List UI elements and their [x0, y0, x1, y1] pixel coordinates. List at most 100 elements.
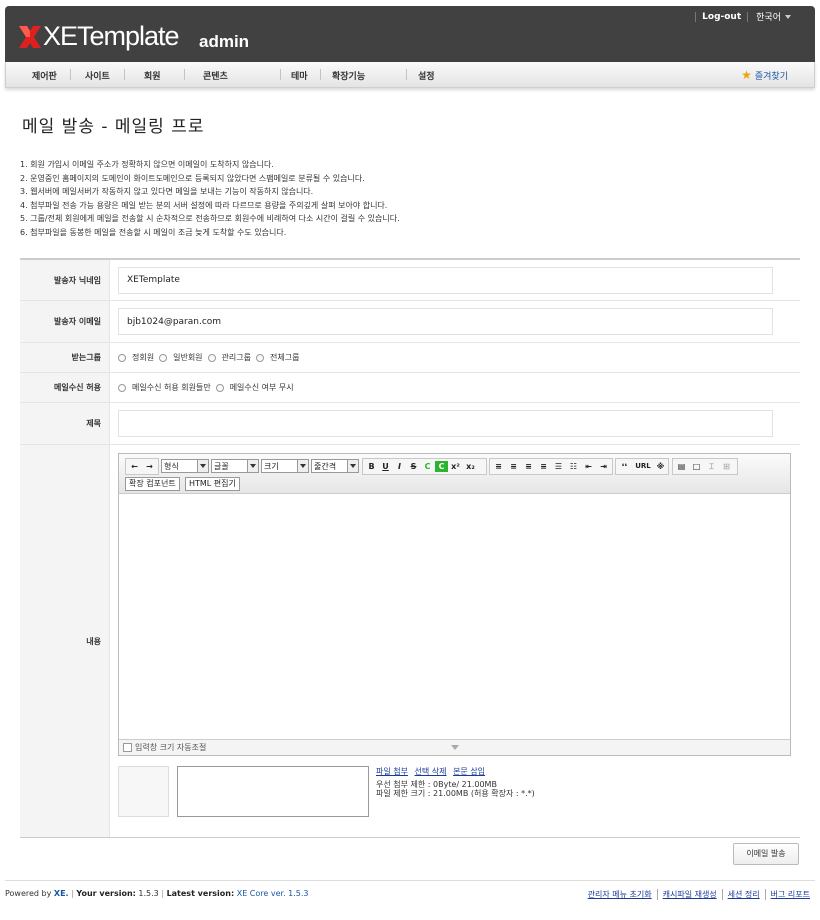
notice-item: 6. 첨부파일을 동봉한 메일을 전송할 시 메일이 조금 늦게 도착할 수도 … — [20, 227, 287, 237]
sender-email-input[interactable]: bjb1024@paran.com — [118, 308, 773, 335]
receive-radio-allowed[interactable]: 메일수신 허용 회원들만 — [118, 382, 211, 393]
content-row: 내용 ← → 형식 글꼴 크기 줄간격 B U I S C C x² x₂ ≡ … — [20, 445, 800, 837]
subscript-button[interactable]: x₂ — [464, 460, 477, 473]
format-select[interactable]: 형식 — [161, 459, 209, 473]
box-icon[interactable]: □ — [690, 460, 703, 473]
notice-item: 3. 웹서버에 메일서버가 작동하지 않고 있다면 메일을 보내는 기능이 작동… — [20, 187, 314, 196]
align-center-icon[interactable]: ≡ — [507, 460, 520, 473]
delete-selected-link[interactable]: 선택 삭제 — [415, 767, 447, 776]
content-label: 내용 — [20, 445, 110, 837]
insert-body-link[interactable]: 본문 삽입 — [453, 767, 485, 776]
autoresize-checkbox[interactable] — [123, 743, 132, 752]
align-left-icon[interactable]: ≡ — [492, 460, 505, 473]
lineheight-select[interactable]: 줄간격 — [311, 459, 359, 473]
send-email-button[interactable]: 이메일 발송 — [733, 843, 799, 865]
redo-icon[interactable]: → — [143, 460, 156, 473]
admin-header: XETemplate admin Log-out 한국어 — [5, 6, 815, 62]
html-editor-button[interactable]: HTML 편집기 — [185, 477, 240, 491]
file-attach-link[interactable]: 파일 첨부 — [376, 767, 408, 776]
receive-radio-ignore[interactable]: 메일수신 여부 무시 — [215, 382, 294, 393]
italic-button[interactable]: I — [393, 460, 406, 473]
notice-item: 2. 운영중인 홈페이지의 도메인이 화이트도메인으로 등록되지 않았다면 스팸… — [20, 173, 365, 183]
page-title: 메일 발송 - 메일링 프로 — [22, 117, 205, 137]
align-justify-icon[interactable]: ≡ — [537, 460, 550, 473]
clear-session-link[interactable]: 세션 정리 — [721, 889, 765, 900]
logo-admin: admin — [199, 32, 250, 51]
group-radio-general[interactable]: 일반회원 — [159, 352, 203, 363]
font-color-button[interactable]: C — [421, 460, 434, 473]
nav-item-extension[interactable]: 확장기능 — [332, 69, 365, 82]
file-limit-info: 우선 첨부 제한 : 0Byte/ 21.00MB 파일 제한 크기 : 21.… — [376, 780, 535, 798]
logo-text[interactable]: XETemplate — [43, 21, 180, 52]
notice-item: 1. 회원 가입시 이메일 주소가 정확하지 않으면 이메일이 도착하지 않습니… — [20, 160, 274, 169]
url-button[interactable]: URL — [633, 460, 653, 473]
nav-item-content[interactable]: 콘텐츠 — [203, 69, 228, 82]
editor-resize-bar[interactable]: 입력창 크기 자동조절 — [119, 739, 790, 755]
sender-name-label: 발송자 닉네임 — [20, 260, 110, 300]
unordered-list-icon[interactable]: ☷ — [567, 460, 580, 473]
nav-item-dashboard[interactable]: 제어판 — [32, 69, 57, 82]
language-selector[interactable]: 한국어 — [748, 10, 791, 23]
outdent-icon[interactable]: ⇤ — [582, 460, 595, 473]
nav-separator — [280, 69, 281, 80]
group-radio-regular[interactable]: 정회원 — [118, 352, 154, 363]
sender-email-row: 발송자 이메일 bjb1024@paran.com — [20, 301, 800, 343]
nav-item-site[interactable]: 사이트 — [85, 69, 110, 82]
radio-icon — [215, 383, 224, 392]
undo-icon[interactable]: ← — [128, 460, 141, 473]
sender-name-row: 발송자 닉네임 XETemplate — [20, 260, 800, 301]
xe-logo-icon — [19, 26, 41, 48]
subject-input[interactable] — [118, 410, 773, 437]
notice-item: 5. 그룹/전체 회원에게 메일을 전송할 시 순차적으로 전송하므로 회원수에… — [20, 214, 400, 223]
sender-name-input[interactable]: XETemplate — [118, 266, 773, 294]
notice-list: 1. 회원 가입시 이메일 주소가 정확하지 않으면 이메일이 도착하지 않습니… — [20, 158, 400, 239]
radio-icon — [118, 383, 126, 392]
xe-link[interactable]: XE. — [54, 889, 69, 898]
reset-admin-menu-link[interactable]: 관리자 메뉴 초기화 — [583, 889, 657, 900]
table-icon[interactable]: ▤ — [675, 460, 688, 473]
editor-toolbar: ← → 형식 글꼴 크기 줄간격 B U I S C C x² x₂ ≡ ≡ ≡… — [119, 454, 790, 494]
ordered-list-icon[interactable]: ☰ — [552, 460, 565, 473]
merge-cells-icon[interactable]: ⌶ — [705, 460, 718, 473]
radio-icon — [256, 353, 264, 362]
mail-form: 발송자 닉네임 XETemplate 발송자 이메일 bjb1024@paran… — [20, 258, 800, 838]
size-select[interactable]: 크기 — [261, 459, 309, 473]
nav-separator — [184, 69, 185, 80]
nav-item-settings[interactable]: 설정 — [418, 69, 435, 82]
superscript-button[interactable]: x² — [449, 460, 462, 473]
bg-color-button[interactable]: C — [435, 461, 448, 472]
group-radio-all[interactable]: 전체그룹 — [256, 352, 299, 363]
file-attach-area: 파일 첨부 선택 삭제 본문 삽입 우선 첨부 제한 : 0Byte/ 21.0… — [118, 766, 791, 848]
sender-email-label: 발송자 이메일 — [20, 301, 110, 342]
group-radio-admin[interactable]: 관리그룹 — [207, 352, 251, 363]
nav-item-theme[interactable]: 테마 — [291, 69, 308, 82]
regenerate-cache-link[interactable]: 캐시파일 재생성 — [656, 889, 722, 900]
split-cells-icon[interactable]: ⊞ — [720, 460, 733, 473]
logout-link[interactable]: Log-out — [695, 11, 749, 22]
receive-row: 메일수신 허용 메일수신 허용 회원들만 메일수신 여부 무시 — [20, 373, 800, 403]
nav-item-member[interactable]: 회원 — [144, 69, 161, 82]
bold-button[interactable]: B — [365, 460, 378, 473]
main-nav: 제어판 사이트 회원 콘텐츠 테마 확장기능 설정 ★ 즐겨찾기 — [5, 62, 815, 88]
special-char-button[interactable]: ※ — [654, 460, 667, 473]
quote-button[interactable]: ❛❛ — [618, 460, 631, 473]
resize-arrow-icon[interactable] — [451, 745, 459, 750]
chevron-down-icon — [247, 460, 258, 472]
group-row: 받는그룹 정회원 일반회원 관리그룹 전체그룹 — [20, 343, 800, 373]
latest-version-link[interactable]: XE Core ver. 1.5.3 — [237, 889, 309, 898]
align-right-icon[interactable]: ≡ — [522, 460, 535, 473]
extension-component-button[interactable]: 확장 컴포넌트 — [125, 477, 180, 491]
nav-separator — [70, 69, 71, 80]
font-select[interactable]: 글꼴 — [211, 459, 259, 473]
underline-button[interactable]: U — [379, 460, 392, 473]
editor-content-area[interactable] — [119, 494, 790, 739]
file-list[interactable] — [177, 766, 369, 817]
chevron-down-icon — [347, 460, 358, 472]
bug-report-link[interactable]: 버그 리포트 — [764, 889, 815, 900]
indent-icon[interactable]: ⇥ — [597, 460, 610, 473]
favorites-link[interactable]: ★ 즐겨찾기 — [741, 69, 788, 82]
chevron-down-icon — [297, 460, 308, 472]
notice-item: 4. 첨부파일 전송 가능 용량은 메일 받는 분의 서버 설정에 따라 다르므… — [20, 200, 388, 210]
strike-button[interactable]: S — [407, 460, 420, 473]
star-icon: ★ — [741, 68, 752, 82]
